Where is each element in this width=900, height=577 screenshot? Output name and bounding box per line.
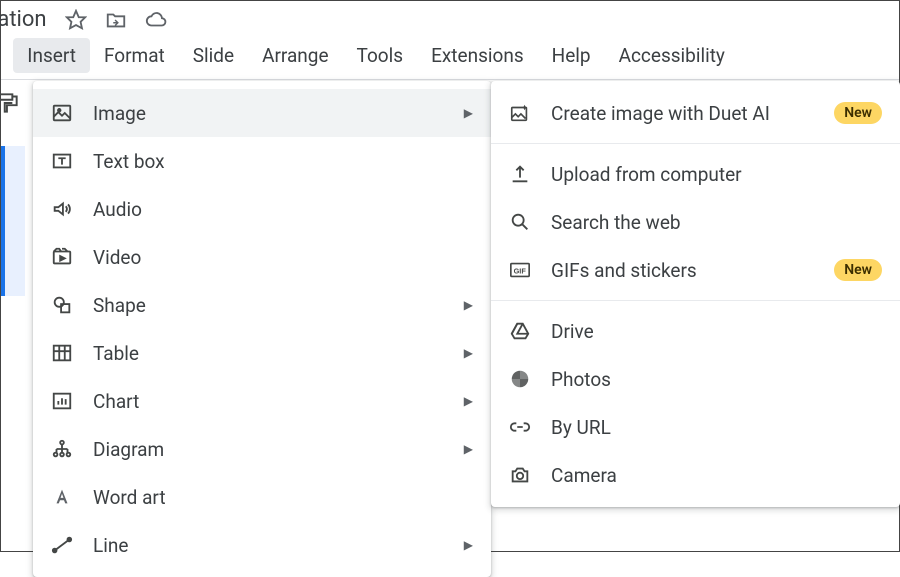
image-camera[interactable]: Camera bbox=[491, 451, 900, 499]
insert-textbox-label: Text box bbox=[93, 150, 165, 173]
insert-shape[interactable]: Shape ▶ bbox=[33, 281, 491, 329]
slide-thumb-selected[interactable] bbox=[1, 146, 25, 296]
submenu-separator bbox=[491, 300, 900, 301]
new-badge: New bbox=[834, 259, 882, 281]
image-drive[interactable]: Drive bbox=[491, 307, 900, 355]
menu-arrange[interactable]: Arrange bbox=[248, 38, 342, 73]
chart-icon bbox=[51, 390, 73, 412]
slide-thumbnails[interactable] bbox=[1, 146, 25, 296]
insert-dropdown: Image ▶ Text box Audio Video Shape ▶ Tab… bbox=[33, 81, 491, 577]
menu-view[interactable]: w bbox=[0, 38, 13, 73]
menu-help[interactable]: Help bbox=[538, 38, 605, 73]
menu-accessibility[interactable]: Accessibility bbox=[605, 38, 739, 73]
insert-shape-label: Shape bbox=[93, 294, 146, 317]
shape-icon bbox=[51, 294, 73, 316]
search-icon bbox=[509, 211, 531, 233]
insert-wordart-label: Word art bbox=[93, 486, 166, 509]
cloud-status-icon[interactable] bbox=[145, 9, 167, 31]
image-photos-label: Photos bbox=[551, 368, 882, 391]
image-gifs[interactable]: GIF GIFs and stickers New bbox=[491, 246, 900, 294]
image-gifs-label: GIFs and stickers bbox=[551, 259, 814, 282]
insert-line-label: Line bbox=[93, 534, 128, 557]
menu-format[interactable]: Format bbox=[90, 38, 179, 73]
titlebar: sentation bbox=[0, 1, 899, 36]
insert-diagram[interactable]: Diagram ▶ bbox=[33, 425, 491, 473]
video-icon bbox=[51, 246, 73, 268]
image-byurl[interactable]: By URL bbox=[491, 403, 900, 451]
chevron-right-icon: ▶ bbox=[464, 394, 473, 408]
image-duet-ai[interactable]: Create image with Duet AI New bbox=[491, 89, 900, 137]
insert-wordart[interactable]: Word art bbox=[33, 473, 491, 521]
image-byurl-label: By URL bbox=[551, 416, 882, 439]
submenu-separator bbox=[491, 143, 900, 144]
insert-video[interactable]: Video bbox=[33, 233, 491, 281]
insert-chart[interactable]: Chart ▶ bbox=[33, 377, 491, 425]
image-search-label: Search the web bbox=[551, 211, 882, 234]
insert-image-label: Image bbox=[93, 102, 146, 125]
audio-icon bbox=[51, 198, 73, 220]
star-icon[interactable] bbox=[65, 9, 87, 31]
textbox-icon bbox=[51, 150, 73, 172]
insert-table[interactable]: Table ▶ bbox=[33, 329, 491, 377]
insert-table-label: Table bbox=[93, 342, 139, 365]
insert-textbox[interactable]: Text box bbox=[33, 137, 491, 185]
chevron-right-icon: ▶ bbox=[464, 346, 473, 360]
sparkle-image-icon bbox=[509, 102, 531, 124]
chevron-right-icon: ▶ bbox=[464, 106, 473, 120]
svg-text:GIF: GIF bbox=[514, 267, 527, 276]
move-folder-icon[interactable] bbox=[105, 9, 127, 31]
menu-slide[interactable]: Slide bbox=[179, 38, 248, 73]
image-icon bbox=[51, 102, 73, 124]
insert-audio-label: Audio bbox=[93, 198, 142, 221]
gif-icon: GIF bbox=[509, 259, 531, 281]
insert-audio[interactable]: Audio bbox=[33, 185, 491, 233]
insert-image[interactable]: Image ▶ bbox=[33, 89, 491, 137]
camera-icon bbox=[509, 464, 531, 486]
image-upload[interactable]: Upload from computer bbox=[491, 150, 900, 198]
menu-tools[interactable]: Tools bbox=[343, 38, 418, 73]
image-search-web[interactable]: Search the web bbox=[491, 198, 900, 246]
insert-diagram-label: Diagram bbox=[93, 438, 164, 461]
insert-line[interactable]: Line ▶ bbox=[33, 521, 491, 569]
image-upload-label: Upload from computer bbox=[551, 163, 882, 186]
chevron-right-icon: ▶ bbox=[464, 538, 473, 552]
chevron-right-icon: ▶ bbox=[464, 298, 473, 312]
image-drive-label: Drive bbox=[551, 320, 882, 343]
doc-title[interactable]: sentation bbox=[0, 7, 47, 32]
image-photos[interactable]: Photos bbox=[491, 355, 900, 403]
menubar: w Insert Format Slide Arrange Tools Exte… bbox=[0, 36, 899, 79]
insert-video-label: Video bbox=[93, 246, 141, 269]
chevron-right-icon: ▶ bbox=[464, 442, 473, 456]
upload-icon bbox=[509, 163, 531, 185]
image-submenu: Create image with Duet AI New Upload fro… bbox=[491, 81, 900, 507]
line-icon bbox=[51, 534, 73, 556]
wordart-icon bbox=[51, 486, 73, 508]
link-icon bbox=[509, 416, 531, 438]
new-badge: New bbox=[834, 102, 882, 124]
menu-extensions[interactable]: Extensions bbox=[417, 38, 538, 73]
insert-chart-label: Chart bbox=[93, 390, 139, 413]
drive-icon bbox=[509, 320, 531, 342]
paint-format-icon[interactable] bbox=[0, 90, 23, 118]
photos-icon bbox=[509, 368, 531, 390]
image-camera-label: Camera bbox=[551, 464, 882, 487]
image-duet-label: Create image with Duet AI bbox=[551, 102, 814, 125]
table-icon bbox=[51, 342, 73, 364]
menu-insert[interactable]: Insert bbox=[13, 38, 90, 73]
diagram-icon bbox=[51, 438, 73, 460]
